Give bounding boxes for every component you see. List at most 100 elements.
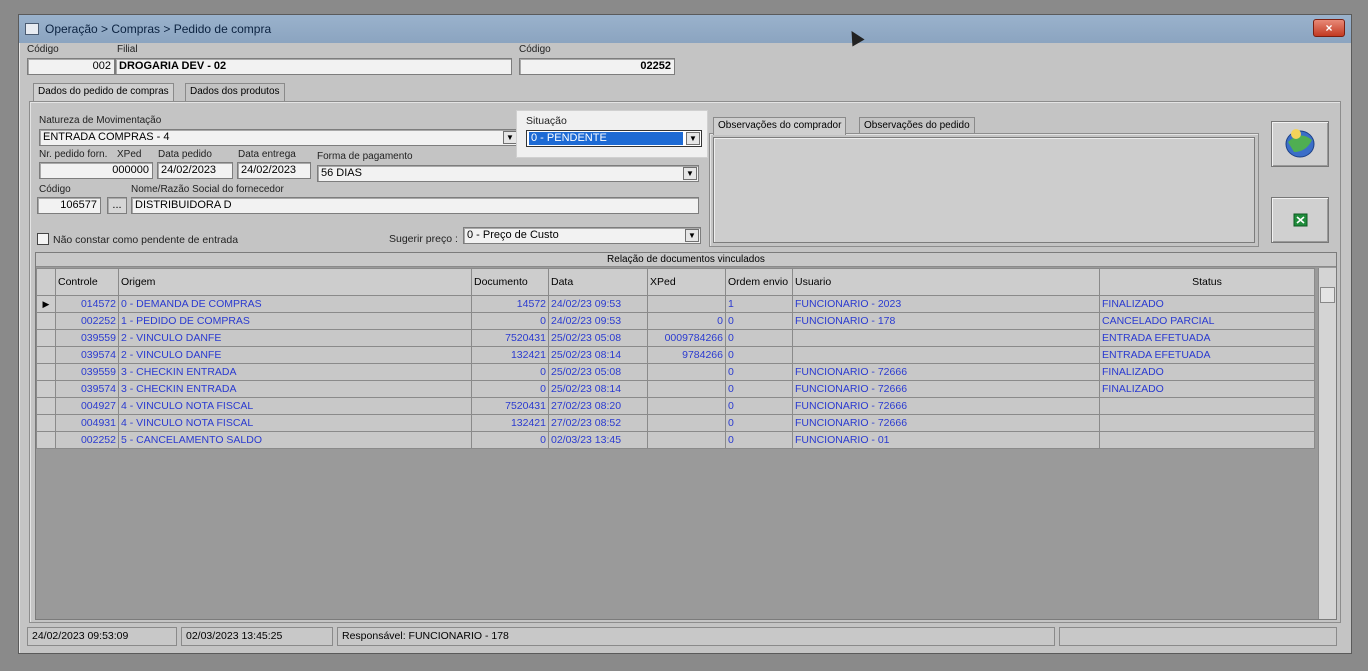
chevron-down-icon[interactable]: ▼ (686, 132, 700, 145)
nr-pedido-field[interactable]: 000000 (39, 162, 153, 179)
row-indicator[interactable] (36, 431, 56, 449)
cell-origem[interactable]: 4 - VINCULO NOTA FISCAL (118, 397, 472, 415)
cell-controle[interactable]: 004931 (55, 414, 119, 432)
cell-usuario[interactable]: FUNCIONARIO - 178 (792, 312, 1100, 330)
tab-dados-pedido[interactable]: Dados do pedido de compras (33, 83, 174, 101)
col-documento[interactable]: Documento (471, 268, 549, 296)
col-controle[interactable]: Controle (55, 268, 119, 296)
tab-obs-comprador[interactable]: Observações do comprador (713, 117, 847, 135)
codigo2-field[interactable]: 02252 (519, 58, 675, 75)
chevron-down-icon[interactable]: ▼ (503, 131, 517, 144)
natureza-select[interactable]: ENTRADA COMPRAS - 4 ▼ (39, 129, 519, 146)
cell-data[interactable]: 24/02/23 09:53 (548, 312, 648, 330)
cell-origem[interactable]: 2 - VINCULO DANFE (118, 346, 472, 364)
cell-controle[interactable]: 014572 (55, 295, 119, 313)
fornecedor-lookup-button[interactable]: ... (107, 197, 127, 214)
cell-data[interactable]: 27/02/23 08:52 (548, 414, 648, 432)
cell-usuario[interactable]: FUNCIONARIO - 72666 (792, 363, 1100, 381)
cell-usuario[interactable] (792, 346, 1100, 364)
row-indicator[interactable] (36, 380, 56, 398)
row-indicator[interactable]: ▶ (36, 295, 56, 313)
table-row[interactable]: 002252 1 - PEDIDO DE COMPRAS 0 24/02/23 09:… (36, 312, 1315, 330)
table-row[interactable]: 002252 5 - CANCELAMENTO SALDO 0 02/03/23 13… (36, 431, 1315, 449)
cell-data[interactable]: 25/02/23 05:08 (548, 329, 648, 347)
row-indicator[interactable] (36, 397, 56, 415)
cell-usuario[interactable]: FUNCIONARIO - 72666 (792, 397, 1100, 415)
data-entrega-field[interactable]: 24/02/2023 (237, 162, 311, 179)
row-indicator[interactable] (36, 329, 56, 347)
cell-xped[interactable]: 0 (647, 312, 726, 330)
cell-controle[interactable]: 002252 (55, 431, 119, 449)
nao-constar-checkbox[interactable] (37, 233, 49, 245)
cell-data[interactable]: 25/02/23 08:14 (548, 346, 648, 364)
cell-usuario[interactable]: FUNCIONARIO - 01 (792, 431, 1100, 449)
cell-usuario[interactable]: FUNCIONARIO - 2023 (792, 295, 1100, 313)
cell-status[interactable]: FINALIZADO (1099, 363, 1315, 381)
cell-data[interactable]: 25/02/23 05:08 (548, 363, 648, 381)
cell-status[interactable]: ENTRADA EFETUADA (1099, 346, 1315, 364)
scrollbar-thumb[interactable] (1320, 287, 1335, 303)
cell-ordem-envio[interactable]: 0 (725, 431, 793, 449)
nome-field[interactable]: DISTRIBUIDORA D (131, 197, 699, 214)
forma-pag-select[interactable]: 56 DIAS ▼ (317, 165, 699, 182)
cell-data[interactable]: 02/03/23 13:45 (548, 431, 648, 449)
table-row[interactable]: 039559 2 - VINCULO DANFE 7520431 25/02/23 0… (36, 329, 1315, 347)
chevron-down-icon[interactable]: ▼ (683, 167, 697, 180)
cell-controle[interactable]: 039559 (55, 329, 119, 347)
cell-xped[interactable] (647, 397, 726, 415)
chevron-down-icon[interactable]: ▼ (685, 229, 699, 242)
cell-xped[interactable]: 0009784266 (647, 329, 726, 347)
table-row[interactable]: ▶ 014572 0 - DEMANDA DE COMPRAS 14572 24/02/… (36, 295, 1315, 313)
cell-controle[interactable]: 004927 (55, 397, 119, 415)
cell-ordem-envio[interactable]: 0 (725, 346, 793, 364)
cell-status[interactable]: ENTRADA EFETUADA (1099, 329, 1315, 347)
codigo-forn-field[interactable]: 106577 (37, 197, 101, 214)
col-usuario[interactable]: Usuario (792, 268, 1100, 296)
cell-documento[interactable]: 0 (471, 363, 549, 381)
cell-data[interactable]: 27/02/23 08:20 (548, 397, 648, 415)
cell-usuario[interactable] (792, 329, 1100, 347)
col-status[interactable]: Status (1099, 268, 1315, 296)
cell-controle[interactable]: 039574 (55, 346, 119, 364)
table-row[interactable]: 039574 3 - CHECKIN ENTRADA 0 25/02/23 08:14… (36, 380, 1315, 398)
cell-status[interactable] (1099, 414, 1315, 432)
cell-origem[interactable]: 3 - CHECKIN ENTRADA (118, 363, 472, 381)
cell-documento[interactable]: 7520431 (471, 329, 549, 347)
col-ordem-envio[interactable]: Ordem envio (725, 268, 793, 296)
row-indicator[interactable] (36, 312, 56, 330)
cell-status[interactable] (1099, 431, 1315, 449)
table-row[interactable]: 039574 2 - VINCULO DANFE 132421 25/02/23 08… (36, 346, 1315, 364)
table-row[interactable]: 039559 3 - CHECKIN ENTRADA 0 25/02/23 05:08… (36, 363, 1315, 381)
cell-xped[interactable] (647, 414, 726, 432)
cell-xped[interactable] (647, 380, 726, 398)
col-origem[interactable]: Origem (118, 268, 472, 296)
cell-documento[interactable]: 132421 (471, 346, 549, 364)
cell-origem[interactable]: 2 - VINCULO DANFE (118, 329, 472, 347)
cell-origem[interactable]: 3 - CHECKIN ENTRADA (118, 380, 472, 398)
table-row[interactable]: 004931 4 - VINCULO NOTA FISCAL 132421 27/02… (36, 414, 1315, 432)
cell-controle[interactable]: 039559 (55, 363, 119, 381)
cell-controle[interactable]: 002252 (55, 312, 119, 330)
cell-documento[interactable]: 0 (471, 312, 549, 330)
web-button[interactable] (1271, 121, 1329, 167)
obs-textarea[interactable] (713, 137, 1255, 243)
cell-ordem-envio[interactable]: 0 (725, 380, 793, 398)
codigo-field[interactable]: 002 (27, 58, 115, 75)
cell-ordem-envio[interactable]: 0 (725, 397, 793, 415)
cell-origem[interactable]: 1 - PEDIDO DE COMPRAS (118, 312, 472, 330)
situacao-select[interactable]: 0 - PENDENTE ▼ (526, 130, 702, 147)
cell-origem[interactable]: 5 - CANCELAMENTO SALDO (118, 431, 472, 449)
excel-export-button[interactable] (1271, 197, 1329, 243)
cell-data[interactable]: 24/02/23 09:53 (548, 295, 648, 313)
col-data[interactable]: Data (548, 268, 648, 296)
cell-usuario[interactable]: FUNCIONARIO - 72666 (792, 380, 1100, 398)
tab-dados-produtos[interactable]: Dados dos produtos (185, 83, 285, 101)
cell-status[interactable]: FINALIZADO (1099, 380, 1315, 398)
cell-xped[interactable]: 9784266 (647, 346, 726, 364)
cell-status[interactable]: FINALIZADO (1099, 295, 1315, 313)
cell-ordem-envio[interactable]: 0 (725, 414, 793, 432)
cell-xped[interactable] (647, 295, 726, 313)
cell-documento[interactable]: 0 (471, 380, 549, 398)
cell-documento[interactable]: 14572 (471, 295, 549, 313)
cell-ordem-envio[interactable]: 0 (725, 363, 793, 381)
